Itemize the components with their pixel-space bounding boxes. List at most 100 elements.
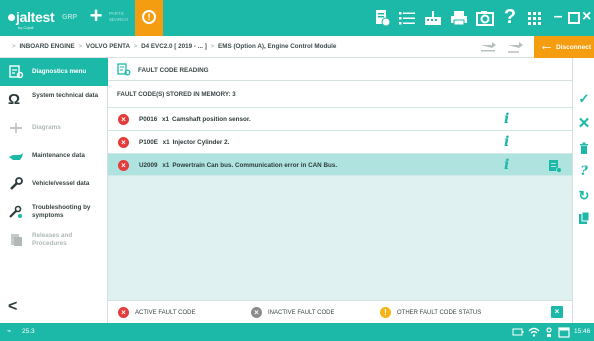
help-icon[interactable]: ?: [496, 0, 524, 36]
oil-can-icon: [9, 153, 23, 160]
fault-row[interactable]: × P100E x1 Injector Cylinder 2. i: [108, 130, 572, 153]
stored-codes-count: FAULT CODE(S) STORED IN MEMORY: 3: [117, 91, 236, 98]
ohm-icon: Ω: [8, 91, 21, 108]
active-fault-icon: ×: [118, 136, 129, 148]
troubleshoot-icon: [9, 205, 22, 218]
active-fault-icon: ×: [118, 159, 129, 171]
diagnostics-icon: [9, 65, 24, 79]
sidebar-item-diagnostics-menu[interactable]: Diagnostics menu: [0, 58, 108, 86]
wifi-icon: [528, 327, 540, 337]
sidebar-item-maintenance-data[interactable]: Maintenance data: [0, 142, 108, 170]
alert-icon: !: [142, 10, 156, 24]
breadcrumb-separator: >: [78, 43, 83, 50]
fault-text: Powertrain Can bus. Communication error …: [172, 162, 338, 169]
sidebar-item-label: Troubleshooting by symptoms: [32, 204, 91, 219]
breadcrumb-item[interactable]: D4 EVC2.0 [ 2019 - ... ]: [141, 43, 207, 50]
sidebar-item-label: Releases and Procedures: [32, 232, 73, 247]
test-connection-icon[interactable]: [478, 39, 498, 55]
fault-legend: × ACTIVE FAULT CODE × INACTIVE FAULT COD…: [108, 300, 572, 323]
fault-row[interactable]: × U2009 x1 Powertrain Can bus. Communicat…: [108, 153, 572, 176]
document-icon[interactable]: [573, 208, 594, 230]
fault-code: P0016: [139, 116, 158, 123]
breadcrumb-item[interactable]: EMS (Option A), Engine Control Module: [218, 43, 336, 50]
logo-text: jaltest: [16, 9, 55, 25]
legend-inactive-label: INACTIVE FAULT CODE: [268, 310, 335, 316]
list-icon[interactable]: [397, 8, 417, 28]
fault-description: U2009 x1 Powertrain Can bus. Communicatio…: [139, 162, 337, 169]
fault-row[interactable]: × P0016 x1 Camshaft position sensor. i: [108, 107, 572, 130]
sidebar-item-label: System technical data: [32, 92, 99, 99]
fault-text: Injector Cylinder 2.: [172, 139, 230, 146]
keyboard-icon[interactable]: [423, 8, 443, 28]
plus-icon[interactable]: +: [86, 5, 106, 28]
sidebar-item-label: Vehicle/vessel data: [32, 180, 90, 187]
parts-search-button[interactable]: PARTS SEARCH: [109, 11, 133, 23]
logo-subtitle: by Cojali: [18, 25, 34, 30]
disconnect-label: Disconnect: [556, 43, 592, 51]
sidebar-item-vehicle-vessel-data[interactable]: Vehicle/vessel data: [0, 170, 108, 198]
status-bar: ⌁ 25.3 15:46: [0, 323, 594, 341]
fault-count: x1: [162, 162, 170, 169]
question-tools-icon[interactable]: ?: [573, 161, 594, 183]
fault-count: x1: [161, 116, 169, 123]
sidebar-item-label: Maintenance data: [32, 152, 85, 159]
info-icon[interactable]: i: [504, 157, 509, 173]
sidebar-item-system-technical-data[interactable]: Ω System technical data: [0, 86, 108, 114]
breadcrumb-separator: >: [133, 43, 138, 50]
active-fault-icon: ×: [118, 113, 129, 125]
arrow-left-icon: ←: [539, 37, 554, 54]
legend-active-label: ACTIVE FAULT CODE: [135, 310, 196, 316]
fault-count: x1: [162, 139, 170, 146]
panel-header: FAULT CODE READING: [108, 58, 572, 81]
breadcrumb-item[interactable]: VOLVO PENTA: [86, 43, 130, 50]
active-fault-legend-icon: ×: [118, 307, 129, 318]
other-status-legend-icon: !: [380, 307, 391, 318]
calendar-icon: [558, 327, 570, 338]
check-icon[interactable]: ✓: [573, 88, 594, 110]
sidebar-item-diagrams: Diagrams: [0, 114, 108, 142]
voltage-readout: 25.3: [22, 328, 35, 335]
alert-button[interactable]: !: [135, 0, 163, 36]
clear-icon[interactable]: ✕: [573, 113, 594, 135]
logo-dot: [8, 14, 15, 21]
camera-icon[interactable]: [475, 8, 495, 28]
sidebar-item-releases-procedures: Releases and Procedures: [0, 226, 108, 254]
grp-button[interactable]: GRP: [62, 14, 77, 21]
sidebar-item-label: Diagnostics menu: [32, 68, 87, 75]
report-icon[interactable]: [372, 8, 392, 28]
fault-text: Camshaft position sensor.: [171, 116, 251, 123]
close-legend-icon[interactable]: ×: [551, 306, 563, 318]
refresh-icon[interactable]: ↻: [573, 185, 594, 207]
page-title: FAULT CODE READING: [138, 66, 209, 74]
info-icon[interactable]: i: [504, 134, 509, 150]
maximize-icon[interactable]: [564, 8, 584, 28]
sidebar: Diagnostics menu Ω System technical data…: [0, 58, 108, 323]
freeze-frame-icon[interactable]: [548, 159, 562, 173]
fault-code-panel: FAULT CODE READING FAULT CODE(S) STORED …: [108, 58, 572, 323]
printer-icon[interactable]: [449, 8, 469, 28]
fault-description: P100E x1 Injector Cylinder 2.: [139, 139, 229, 146]
close-window-icon[interactable]: ×: [582, 0, 594, 36]
breadcrumb-separator: >: [210, 43, 215, 50]
jaltest-logo[interactable]: jaltest: [8, 9, 55, 25]
sidebar-item-label: Diagrams: [32, 124, 61, 131]
trash-icon[interactable]: [573, 138, 594, 160]
apps-grid-icon[interactable]: [524, 8, 544, 28]
battery-icon: [512, 328, 524, 336]
signal-icon: [546, 327, 552, 337]
connection-icon[interactable]: [505, 39, 525, 55]
fault-code: P100E: [139, 139, 158, 146]
legend-other-label: OTHER FAULT CODE STATUS: [397, 310, 482, 316]
inactive-fault-legend-icon: ×: [251, 307, 262, 318]
plug-icon: ⌁: [7, 328, 12, 335]
top-bar: jaltest by Cojali GRP + PARTS SEARCH ! ?…: [0, 0, 594, 36]
breadcrumb-bar: > INBOARD ENGINE > VOLVO PENTA > D4 EVC2…: [0, 36, 594, 58]
breadcrumb-item[interactable]: INBOARD ENGINE: [19, 43, 74, 50]
releases-icon: [11, 234, 22, 246]
disconnect-button[interactable]: ← Disconnect: [534, 36, 594, 58]
back-arrow-icon[interactable]: <: [8, 298, 17, 316]
info-icon[interactable]: i: [504, 111, 509, 127]
diagram-icon: [10, 123, 22, 133]
breadcrumb: > INBOARD ENGINE > VOLVO PENTA > D4 EVC2…: [10, 43, 336, 50]
sidebar-item-troubleshooting[interactable]: Troubleshooting by symptoms: [0, 198, 108, 226]
